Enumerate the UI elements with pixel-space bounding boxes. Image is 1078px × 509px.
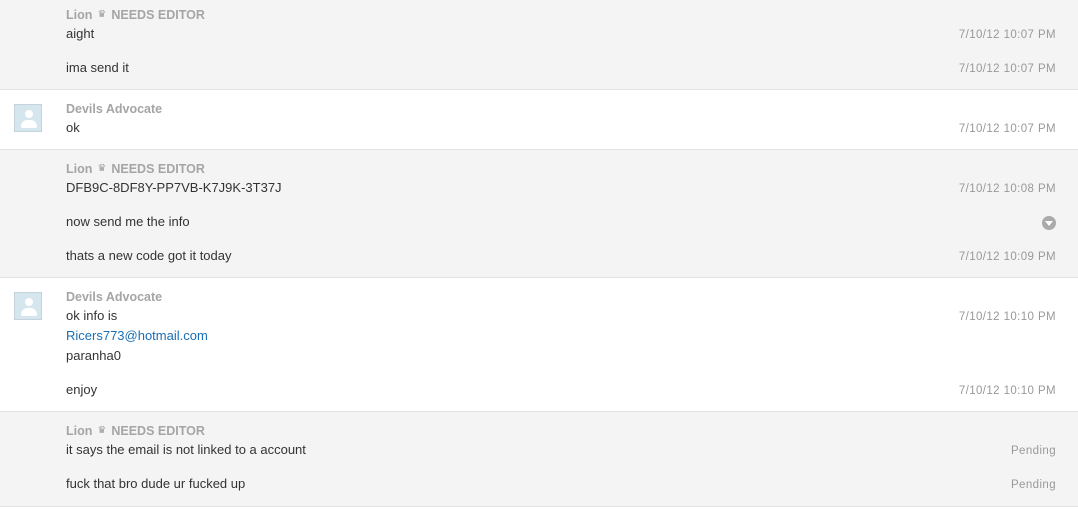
chevron-down-icon[interactable] — [1042, 216, 1056, 230]
message-timestamp: 7/10/12 10:07 PM — [958, 123, 1056, 135]
sender-label[interactable]: Lion — [66, 7, 92, 23]
message-status-pending: Pending — [1010, 479, 1056, 491]
message-text: ima send it — [66, 60, 129, 75]
message-group-lion-2: Lion ♛ NEEDS EDITOR DFB9C-8DF8Y-PP7VB-K7… — [0, 150, 1078, 278]
message-text: fuck that bro dude ur fucked up — [66, 476, 246, 491]
email-link[interactable]: Ricers773@hotmail.com — [66, 326, 208, 346]
message-text: now send me the info — [66, 214, 190, 229]
crown-icon: ♛ — [97, 9, 107, 20]
sender-name[interactable]: Lion ♛ NEEDS EDITOR — [66, 161, 205, 177]
message-text: paranha0 — [66, 348, 121, 363]
email-link-text[interactable]: Ricers773@hotmail.com — [66, 328, 208, 343]
sender-label[interactable]: Lion — [66, 423, 92, 439]
message-group-lion-3: Lion ♛ NEEDS EDITOR it says the email is… — [0, 412, 1078, 507]
default-avatar-icon[interactable] — [14, 104, 42, 132]
message-group-lion-1: Lion ♛ NEEDS EDITOR aight 7/10/12 10:07 … — [0, 0, 1078, 90]
crown-icon: ♛ — [97, 425, 107, 436]
message-group-devils-advocate-2: Devils Advocate ok info is Ricers773@hot… — [0, 278, 1078, 412]
crown-icon: ♛ — [97, 163, 107, 174]
message-text: thats a new code got it today — [66, 248, 232, 263]
message-text: enjoy — [66, 382, 98, 397]
message-timestamp: 7/10/12 10:07 PM — [958, 29, 1056, 41]
message-status-pending: Pending — [1010, 445, 1056, 457]
default-avatar-icon[interactable] — [14, 292, 42, 320]
sender-badge: NEEDS EDITOR — [111, 424, 205, 438]
message-text: ok — [66, 120, 80, 135]
message-text: ok info is — [66, 308, 118, 323]
message-timestamp: 7/10/12 10:09 PM — [958, 251, 1056, 263]
message-timestamp: 7/10/12 10:07 PM — [958, 63, 1056, 75]
message-text: DFB9C-8DF8Y-PP7VB-K7J9K-3T37J — [66, 180, 282, 195]
sender-name[interactable]: Devils Advocate — [66, 289, 162, 305]
message-timestamp: 7/10/12 10:08 PM — [958, 183, 1056, 195]
message-text: aight — [66, 26, 95, 41]
sender-name[interactable]: Devils Advocate — [66, 101, 162, 117]
message-group-devils-advocate-1: Devils Advocate ok 7/10/12 10:07 PM — [0, 90, 1078, 150]
message-timestamp: 7/10/12 10:10 PM — [958, 311, 1056, 323]
sender-name[interactable]: Lion ♛ NEEDS EDITOR — [66, 423, 205, 439]
sender-badge: NEEDS EDITOR — [111, 162, 205, 176]
sender-badge: NEEDS EDITOR — [111, 8, 205, 22]
sender-name[interactable]: Lion ♛ NEEDS EDITOR — [66, 7, 205, 23]
message-timestamp: 7/10/12 10:10 PM — [958, 385, 1056, 397]
sender-label[interactable]: Lion — [66, 161, 92, 177]
message-text: it says the email is not linked to a acc… — [66, 442, 306, 457]
